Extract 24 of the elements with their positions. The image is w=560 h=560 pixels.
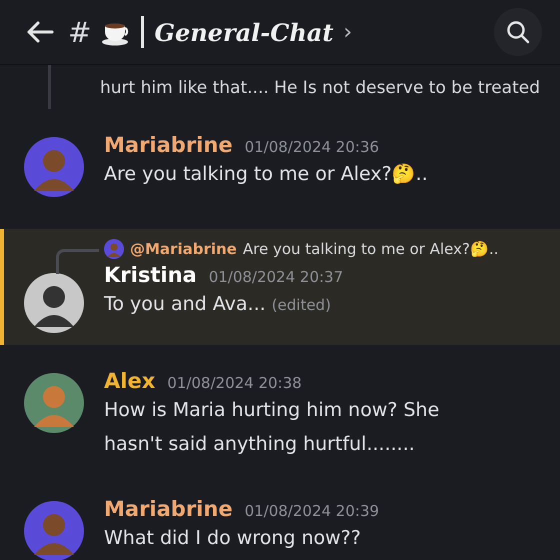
message-text: hurt him like that.... He Is not deserve to be treated — [100, 77, 540, 100]
channel-name[interactable]: General-Chat — [154, 18, 334, 46]
timestamp: 01/08/2024 20:39 — [244, 502, 380, 520]
avatar[interactable] — [24, 273, 84, 333]
author-name[interactable]: Mariabrine — [104, 497, 233, 521]
reply-author[interactable]: @Mariabrine — [130, 240, 237, 258]
message-text: How is Maria hurting him now? She hasn't said anything hurtful........ — [104, 399, 440, 455]
chevron[interactable]: › — [343, 20, 352, 44]
author-name[interactable]: Alex — [104, 369, 156, 393]
timestamp: 01/08/2024 20:37 — [208, 268, 344, 286]
timestamp: 01/08/2024 20:36 — [244, 138, 380, 156]
timestamp: 01/08/2024 20:38 — [167, 374, 302, 392]
message-text: What did I do wrong now?? — [104, 527, 361, 549]
message-text: Are you talking to me or Alex?🤔.. — [104, 163, 428, 185]
search-icon — [506, 20, 530, 44]
channel-prefix: # — [68, 16, 92, 48]
message-text: To you and Ava... — [104, 293, 266, 315]
back-arrow-icon[interactable] — [26, 20, 54, 44]
avatar[interactable] — [24, 373, 84, 433]
edited-label: (edited) — [272, 296, 331, 314]
search-button[interactable] — [494, 8, 542, 56]
reply-preview[interactable]: Are you talking to me or Alex?🤔.. — [242, 240, 498, 258]
author-name[interactable]: Mariabrine — [104, 133, 233, 157]
author-name[interactable]: Kristina — [104, 263, 197, 287]
